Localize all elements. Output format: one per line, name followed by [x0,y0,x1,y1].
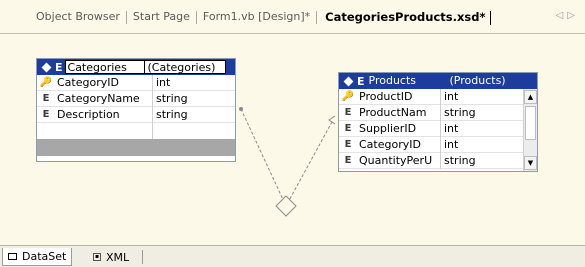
tab-object-browser[interactable]: Object Browser [30,9,126,25]
element-marker-icon: E [55,60,63,74]
table-row[interactable]: E SupplierID int [339,120,525,137]
products-scrollbar[interactable]: ▲ ▼ [523,89,537,171]
categories-header[interactable]: E Categories (Categories) [37,59,235,75]
scroll-tabs-right-icon[interactable]: ▷ [567,10,579,21]
column-name: ProductNam [357,104,441,121]
products-header[interactable]: E Products (Products) [339,73,537,89]
products-rows: 🔑 ProductID int E ProductNam string E Su… [339,88,525,169]
dataset-icon [8,253,17,260]
categories-footer [37,139,235,156]
tab-start-page[interactable]: Start Page [127,9,196,25]
column-type-empty [153,123,156,139]
element-icon: E [344,139,352,150]
column-name: CategoryName [55,90,153,107]
table-row[interactable]: E Description string [37,106,235,123]
column-type: int [444,121,459,135]
column-type: int [444,137,459,151]
bottom-tab-separator [142,250,143,264]
column-name: Description [55,106,153,123]
column-name: CategoryID [55,74,153,91]
element-diamond-icon [343,76,354,86]
column-type: string [444,105,476,119]
primary-key-icon: 🔑 [341,91,355,102]
relation-diamond-icon [275,195,297,217]
tab-dataset[interactable]: DataSet [2,248,73,266]
tab-form1-design[interactable]: Form1.vb [Design]* [197,9,316,25]
element-marker-icon: E [357,74,365,88]
table-row[interactable]: E CategoryID int [339,136,525,153]
column-name: QuantityPerU [357,152,441,169]
element-icon: E [42,109,50,120]
element-diamond-icon [41,62,52,72]
tab-nav-arrows: ◁▷ [556,10,579,21]
document-tab-strip: Object Browser Start Page Form1.vb [Desi… [0,0,585,34]
element-icon: E [344,155,352,166]
products-name-field[interactable]: Products [366,74,447,88]
element-icon: E [344,123,352,134]
categories-element[interactable]: E Categories (Categories) 🔑 CategoryID i… [36,58,236,162]
view-tab-bar: DataSet ▪ XML [0,245,585,267]
column-type: string [444,153,476,167]
categories-name-field[interactable]: Categories [64,60,145,74]
column-type: int [156,75,171,89]
tab-list: Object Browser Start Page Form1.vb [Desi… [30,9,496,25]
element-icon: E [42,93,50,104]
table-row[interactable]: 🔑 CategoryID int [37,74,235,91]
element-icon: E [344,107,352,118]
column-name-empty [55,123,153,139]
tab-categories-products-xsd[interactable]: CategoriesProducts.xsd* [317,9,495,25]
products-type-field[interactable]: (Products) [446,74,531,88]
column-type: string [156,91,188,105]
table-row-empty[interactable] [37,123,235,139]
column-name: CategoryID [357,136,441,153]
categories-type-field[interactable]: (Categories) [144,60,226,74]
column-type: int [444,89,459,103]
column-name: ProductID [357,88,441,105]
xsd-design-canvas[interactable]: E Categories (Categories) 🔑 CategoryID i… [0,34,585,245]
primary-key-icon: 🔑 [39,77,53,88]
products-element[interactable]: E Products (Products) 🔑 ProductID int E … [338,72,538,172]
active-tab-label: CategoriesProducts.xsd* [325,10,486,24]
column-name: SupplierID [357,120,441,137]
table-row[interactable]: E QuantityPerU string [339,152,525,169]
xml-icon: ▪ [93,253,101,261]
scroll-up-icon[interactable]: ▲ [524,90,537,104]
tab-xml-label: XML [106,250,130,264]
tab-dataset-label: DataSet [22,250,67,263]
scrollbar-thumb[interactable] [525,106,536,140]
table-row[interactable]: E ProductNam string [339,104,525,121]
tab-end-marker [489,10,491,25]
column-type: string [156,107,188,121]
table-row[interactable]: 🔑 ProductID int [339,88,525,105]
tab-xml[interactable]: ▪ XML [88,248,134,266]
table-row[interactable]: E CategoryName string [37,90,235,107]
scroll-down-icon[interactable]: ▼ [524,156,537,170]
scroll-tabs-left-icon[interactable]: ◁ [556,10,568,21]
